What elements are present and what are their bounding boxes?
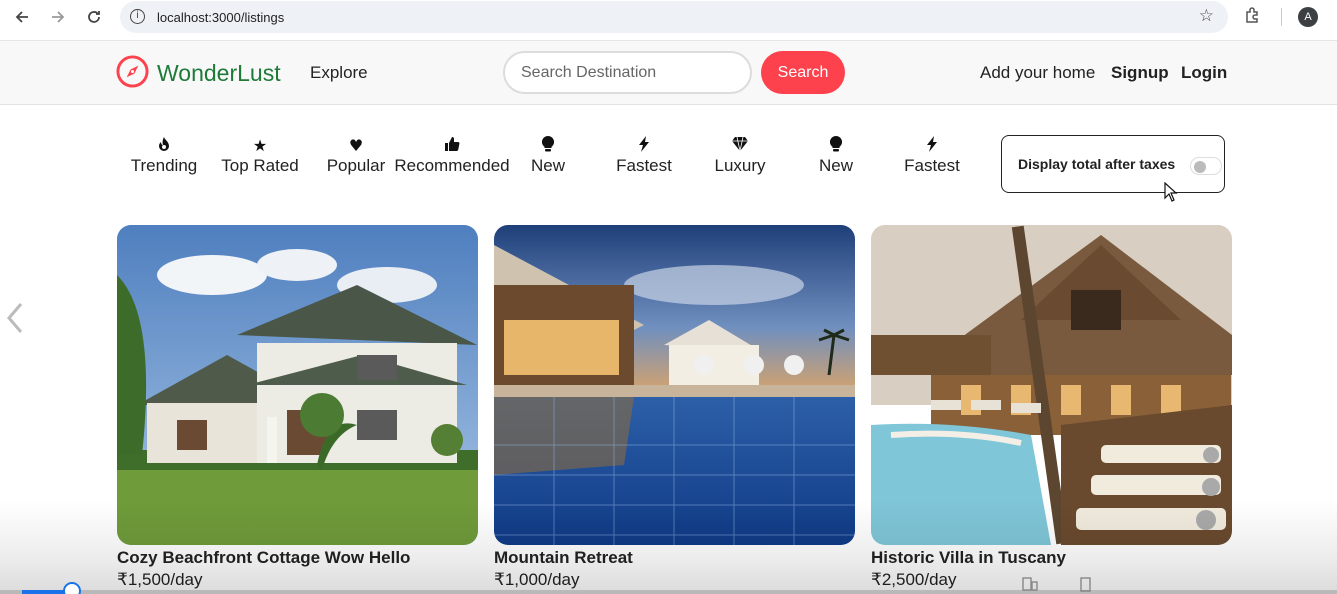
video-progress-fill [22,590,67,594]
listing-image[interactable] [494,225,855,545]
carousel-prev-icon[interactable] [4,300,26,336]
filter-label: Top Rated [221,156,299,175]
bolt-icon [596,136,692,156]
signup-link[interactable]: Signup [1111,63,1169,83]
filter-new[interactable]: New [500,135,596,176]
reload-icon[interactable] [83,6,105,28]
address-bar[interactable]: i localhost:3000/listings ☆ [120,1,1228,33]
thumbs-up-icon [392,136,512,156]
lightbulb-icon [500,135,596,156]
profile-avatar[interactable]: A [1298,7,1318,27]
filter-recommended[interactable]: Recommended [392,136,512,176]
search-input[interactable] [503,51,752,94]
listing-price: ₹1,500/day [117,570,203,589]
browser-toolbar: i localhost:3000/listings ☆ A [0,0,1337,35]
video-progress-bar[interactable] [0,582,1337,594]
mouse-cursor-icon [1164,182,1178,202]
site-info-icon[interactable]: i [130,9,145,24]
url-text[interactable]: localhost:3000/listings [157,10,284,25]
filter-new-2[interactable]: New [788,135,884,176]
listing-image[interactable] [871,225,1232,545]
toggle-knob [1194,161,1206,173]
video-progress-thumb[interactable] [63,582,81,594]
filter-luxury[interactable]: Luxury [692,136,788,176]
listing-price: ₹1,000/day [494,570,580,589]
filter-label: New [818,156,853,175]
filter-label: Trending [130,156,198,175]
filter-trending[interactable]: Trending [116,136,212,176]
filter-label: New [530,156,565,175]
toolbar-divider [1281,8,1282,26]
filter-label: Fastest [616,156,672,175]
filter-fastest-2[interactable]: Fastest [884,136,980,176]
listing-image[interactable] [117,225,478,545]
filter-popular[interactable]: ♥ Popular [308,136,404,176]
back-icon[interactable] [11,6,33,28]
gem-icon [692,136,788,156]
heart-icon: ♥ [348,136,364,155]
listing-title[interactable]: Mountain Retreat [494,548,633,568]
tax-toggle-label: Display total after taxes [1018,156,1176,172]
filter-label: Fastest [904,156,960,175]
forward-icon[interactable] [47,6,69,28]
filter-label: Popular [326,156,386,175]
filter-label: Recommended [394,156,510,175]
login-link[interactable]: Login [1181,63,1227,83]
search-button[interactable]: Search [761,51,845,94]
listing-title[interactable]: Historic Villa in Tuscany [871,548,1066,568]
lightbulb-icon [788,135,884,156]
filter-top-rated[interactable]: ★ Top Rated [212,136,308,176]
listing-title[interactable]: Cozy Beachfront Cottage Wow Hello [117,548,410,568]
compass-icon[interactable] [116,55,149,88]
listing-price: ₹2,500/day [871,570,957,589]
bookmark-star-icon[interactable]: ☆ [1199,6,1214,26]
bolt-icon [884,136,980,156]
brand-name[interactable]: WonderLust [157,60,281,87]
extensions-icon[interactable] [1244,6,1264,26]
tax-toggle-switch[interactable] [1190,157,1222,175]
fire-icon [116,136,212,156]
filter-fastest[interactable]: Fastest [596,136,692,176]
site-navbar: WonderLust Explore Search Add your home … [0,40,1337,105]
add-your-home-link[interactable]: Add your home [980,63,1095,83]
star-icon: ★ [252,136,268,155]
filter-label: Luxury [714,156,766,175]
tax-toggle-box[interactable]: Display total after taxes [1001,135,1225,193]
explore-link[interactable]: Explore [310,63,368,83]
